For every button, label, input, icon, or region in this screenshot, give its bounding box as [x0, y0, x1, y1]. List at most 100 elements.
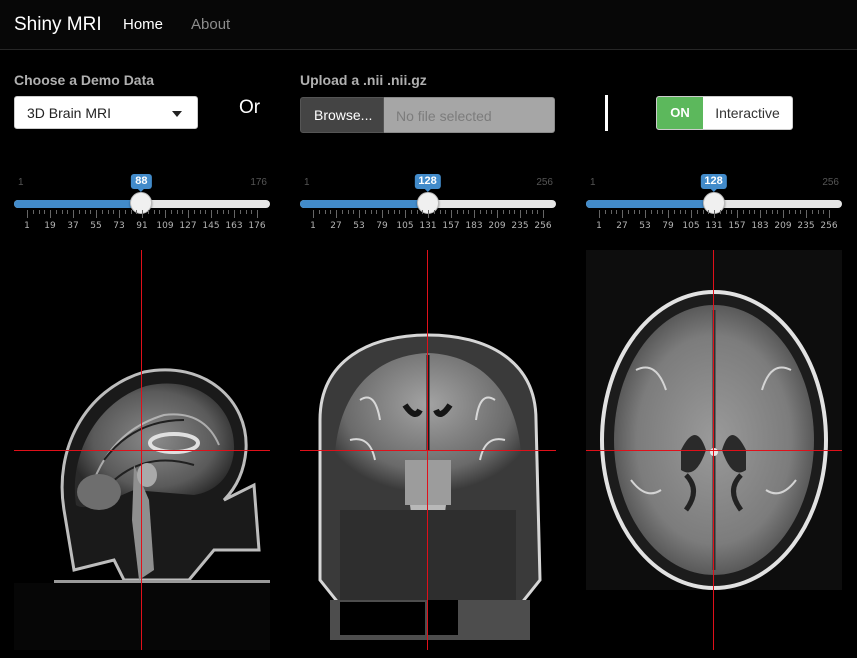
slider-tick-minor	[742, 210, 744, 214]
slider-tick-major	[497, 210, 498, 218]
slider-tick-major	[359, 210, 360, 218]
slider-tick-major	[428, 210, 429, 218]
slider-tick-major	[645, 210, 646, 218]
coronal-view[interactable]	[300, 250, 556, 650]
slider-tick-minor	[439, 210, 441, 214]
slider-tick-minor	[422, 210, 424, 214]
slider-tick-minor	[416, 210, 418, 214]
or-text: Or	[239, 97, 261, 118]
slider-tick-minor	[525, 210, 527, 214]
slider-tick-label: 105	[682, 221, 700, 231]
slider-tick-major	[737, 210, 738, 218]
slider-tick-label: 1	[310, 221, 316, 231]
slider-tick-major	[622, 210, 623, 218]
slider-tick-minor	[176, 210, 178, 214]
slider-tick-major	[668, 210, 669, 218]
slider-tick-minor	[67, 210, 69, 214]
slider-tick-minor	[725, 210, 727, 214]
slider-tick-minor	[800, 210, 802, 214]
slider-tick-minor	[456, 210, 458, 214]
slider-tick-minor	[222, 210, 224, 214]
slider-tick-minor	[656, 210, 658, 214]
slider-tick-major	[234, 210, 235, 218]
slider-tick-major	[806, 210, 807, 218]
slider-tick-label: 1	[596, 221, 602, 231]
slider-max: 176	[250, 177, 267, 188]
slider-tick-minor	[44, 210, 46, 214]
slider-tick-major	[211, 210, 212, 218]
slider-tick-label: 183	[465, 221, 483, 231]
slider-tick-label: 127	[179, 221, 197, 231]
slider-tick-label: 157	[442, 221, 460, 231]
slider-tick-minor	[508, 210, 510, 214]
slider-tick-minor	[817, 210, 819, 214]
slider-tick-label: 176	[248, 221, 266, 231]
slider-tick-major	[405, 210, 406, 218]
slider-tick-minor	[433, 210, 435, 214]
slider-tick-major	[119, 210, 120, 218]
slider-tick-major	[382, 210, 383, 218]
slider-tick-minor	[199, 210, 201, 214]
axial-view[interactable]	[586, 250, 842, 650]
slider-min: 1	[18, 177, 24, 188]
slider-tick-minor	[708, 210, 710, 214]
slider-tick-minor	[370, 210, 372, 214]
divider	[605, 95, 608, 131]
slider-tick-label: 1	[24, 221, 30, 231]
slider-tick-minor	[445, 210, 447, 214]
axial-slider[interactable]: 1 256 128 1 27 53 79 105 131 157 183 209 235 256	[586, 172, 842, 236]
slider-tick-label: 105	[396, 221, 414, 231]
browse-button[interactable]: Browse...	[300, 97, 384, 133]
nav-home-link[interactable]: Home	[123, 16, 163, 33]
slider-tick-minor	[462, 210, 464, 214]
slider-tick-minor	[205, 210, 207, 214]
sagittal-slider[interactable]: 1 176 88 1 19 37 55 73 91 109 127 145 163 176	[14, 172, 270, 236]
nav-about-link[interactable]: About	[191, 16, 230, 33]
slider-tick-minor	[633, 210, 635, 214]
upload-label: Upload a .nii .nii.gz	[300, 72, 427, 88]
slider-tick-minor	[32, 210, 34, 214]
demo-data-select[interactable]: 3D Brain MRI	[14, 96, 198, 129]
interactive-toggle[interactable]: ON Interactive	[656, 96, 793, 130]
sagittal-view[interactable]	[14, 250, 270, 650]
coronal-slider[interactable]: 1 256 128 1 27 53 79 105 131 157 183 209 235 256	[300, 172, 556, 236]
slider-tick-major	[188, 210, 189, 218]
slider-tick-minor	[399, 210, 401, 214]
slider-tick-major	[96, 210, 97, 218]
slider-tick-minor	[55, 210, 57, 214]
slider-tick-major	[313, 210, 314, 218]
slider-tick-major	[543, 210, 544, 218]
slider-tick-minor	[124, 210, 126, 214]
slider-tick-label: 145	[202, 221, 220, 231]
slider-tick-major	[520, 210, 521, 218]
slider-tick-minor	[324, 210, 326, 214]
slider-tick-minor	[364, 210, 366, 214]
app-title: Shiny MRI	[14, 14, 102, 35]
slider-tick-label: 55	[90, 221, 102, 231]
slider-tick-label: 19	[44, 221, 56, 231]
slider-tick-label: 131	[419, 221, 437, 231]
slider-tick-label: 109	[156, 221, 174, 231]
slider-tick-minor	[754, 210, 756, 214]
slider-tick-minor	[777, 210, 779, 214]
slider-tick-major	[783, 210, 784, 218]
slider-tick-minor	[679, 210, 681, 214]
slider-tick-label: 256	[820, 221, 838, 231]
navbar: Shiny MRI Home About	[0, 0, 857, 50]
slider-tick-minor	[341, 210, 343, 214]
slider-value-bubble: 88	[131, 174, 152, 192]
slider-tick-minor	[627, 210, 629, 214]
slider-tick-minor	[788, 210, 790, 214]
slider-tick-major	[451, 210, 452, 218]
slider-tick-minor	[353, 210, 355, 214]
slider-tick-minor	[610, 210, 612, 214]
slider-grid	[300, 210, 556, 220]
slider-tick-major	[474, 210, 475, 218]
slider-tick-minor	[410, 210, 412, 214]
slider-tick-minor	[616, 210, 618, 214]
slider-tick-minor	[823, 210, 825, 214]
slider-tick-major	[73, 210, 74, 218]
slider-tick-minor	[748, 210, 750, 214]
slider-tick-minor	[765, 210, 767, 214]
slider-tick-major	[142, 210, 143, 218]
